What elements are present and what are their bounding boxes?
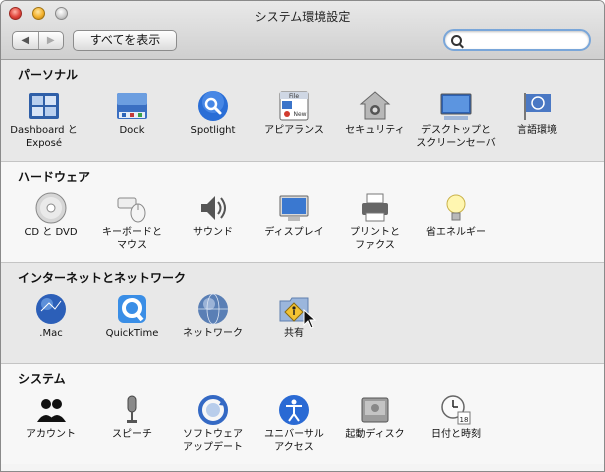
pane-label: スピーチ xyxy=(112,429,152,440)
back-forward-control: ◀ ▶ xyxy=(12,31,64,50)
section-system: システム アカウント スピーチ ソフトウェア アップデート ユニバーサル アクセ… xyxy=(1,363,604,464)
calendar-day: 18 xyxy=(460,416,469,424)
pane-label: ソフトウェア アップデート xyxy=(183,429,243,453)
pane-software-update[interactable]: ソフトウェア アップデート xyxy=(170,394,256,454)
pane-universal-access[interactable]: ユニバーサル アクセス xyxy=(251,394,337,454)
network-icon xyxy=(198,293,228,325)
pane-label: Spotlight xyxy=(190,125,236,136)
pane-label: 日付と時刻 xyxy=(431,429,481,440)
pane-displays[interactable]: ディスプレイ xyxy=(251,192,337,239)
pane-label: 言語環境 xyxy=(517,125,557,136)
print-fax-icon xyxy=(362,193,388,222)
svg-text:New: New xyxy=(293,111,306,118)
pane-label: Dashboard と Exposé xyxy=(10,125,78,149)
dotmac-icon xyxy=(36,294,66,324)
pane-spotlight[interactable]: Spotlight xyxy=(170,90,256,137)
pane-dotmac[interactable]: .Mac xyxy=(8,293,94,340)
search-input[interactable] xyxy=(465,32,587,50)
accounts-icon xyxy=(37,399,66,422)
pane-label: 起動ディスク xyxy=(345,429,405,440)
forward-button[interactable]: ▶ xyxy=(37,32,64,49)
section-title: ハードウェア xyxy=(18,170,91,184)
startup-disk-icon xyxy=(361,397,389,423)
software-update-icon xyxy=(198,395,228,425)
section-title: システム xyxy=(18,372,66,386)
search-field[interactable] xyxy=(443,29,591,51)
pane-label: QuickTime xyxy=(105,328,159,339)
quicktime-icon xyxy=(118,295,146,323)
sound-icon xyxy=(201,196,226,220)
pane-label: 共有 xyxy=(284,328,304,339)
pane-label: ディスプレイ xyxy=(264,227,324,238)
pane-label: CD と DVD xyxy=(24,227,78,238)
pane-label: ネットワーク xyxy=(183,328,243,339)
spotlight-icon xyxy=(198,91,228,121)
section-title: パーソナル xyxy=(18,68,79,82)
keyboard-mouse-icon xyxy=(117,197,146,223)
speech-icon xyxy=(127,395,137,423)
pane-label: アピアランス xyxy=(264,125,324,136)
pane-sound[interactable]: サウンド xyxy=(170,192,256,239)
desktop-screensaver-icon xyxy=(440,93,472,120)
pane-network[interactable]: ネットワーク xyxy=(170,293,256,340)
cd-dvd-icon xyxy=(35,192,67,224)
pane-speech[interactable]: スピーチ xyxy=(89,394,175,441)
universal-access-icon xyxy=(279,395,309,425)
pane-sharing[interactable]: 共有 xyxy=(251,293,337,340)
pane-label: プリントと ファクス xyxy=(350,227,400,251)
titlebar: システム環境設定 ◀ ▶ すべてを表示 xyxy=(1,1,604,60)
search-icon xyxy=(451,35,462,46)
mouse-cursor xyxy=(303,309,317,329)
section-title: インターネットとネットワーク xyxy=(18,271,187,285)
pane-appearance[interactable]: File New アピアランス xyxy=(251,90,337,137)
pane-cd-dvd[interactable]: CD と DVD xyxy=(8,192,94,239)
back-button[interactable]: ◀ xyxy=(13,32,38,49)
pane-label: 省エネルギー xyxy=(426,227,486,238)
energy-saver-icon xyxy=(446,194,466,221)
pane-print-fax[interactable]: プリントと ファクス xyxy=(332,192,418,252)
dashboard-expose-icon xyxy=(29,93,59,119)
pane-keyboard-mouse[interactable]: キーボードと マウス xyxy=(89,192,175,252)
pane-accounts[interactable]: アカウント xyxy=(8,394,94,441)
pane-label: デスクトップと スクリーンセーバ xyxy=(416,125,496,149)
section-personal: パーソナル Dashboard と Exposé Dock Spotlight … xyxy=(1,60,604,161)
pane-startup-disk[interactable]: 起動ディスク xyxy=(332,394,418,441)
date-time-icon: 18 xyxy=(441,395,471,425)
pane-label: アカウント xyxy=(26,429,76,440)
pane-date-time[interactable]: 18 日付と時刻 xyxy=(413,394,499,441)
pane-label: Dock xyxy=(119,125,145,136)
svg-text:File: File xyxy=(289,93,299,100)
pane-label: .Mac xyxy=(39,328,63,339)
pane-desktop-screensaver[interactable]: デスクトップと スクリーンセーバ xyxy=(413,90,499,150)
security-icon xyxy=(359,91,391,120)
pane-label: セキュリティ xyxy=(345,125,405,136)
pane-label: ユニバーサル アクセス xyxy=(264,429,324,453)
pane-label: キーボードと マウス xyxy=(102,227,162,251)
pane-label: サウンド xyxy=(193,227,233,238)
section-hardware: ハードウェア CD と DVD キーボードと マウス サウンド ディスプレイ プ… xyxy=(1,161,604,262)
pane-energy-saver[interactable]: 省エネルギー xyxy=(413,192,499,239)
pane-dock[interactable]: Dock xyxy=(89,90,175,137)
pane-quicktime[interactable]: QuickTime xyxy=(89,293,175,340)
displays-icon xyxy=(279,195,309,221)
pane-security[interactable]: セキュリティ xyxy=(332,90,418,137)
appearance-icon: File New xyxy=(279,91,309,121)
system-preferences-window: システム環境設定 ◀ ▶ すべてを表示 パーソナル Dashboard と Ex… xyxy=(0,0,605,472)
dock-icon xyxy=(117,93,147,119)
show-all-button[interactable]: すべてを表示 xyxy=(73,30,177,51)
window-title: システム環境設定 xyxy=(254,10,351,24)
pane-international[interactable]: 言語環境 xyxy=(494,90,580,137)
international-icon xyxy=(524,93,551,120)
pane-dashboard-expose[interactable]: Dashboard と Exposé xyxy=(1,90,87,150)
